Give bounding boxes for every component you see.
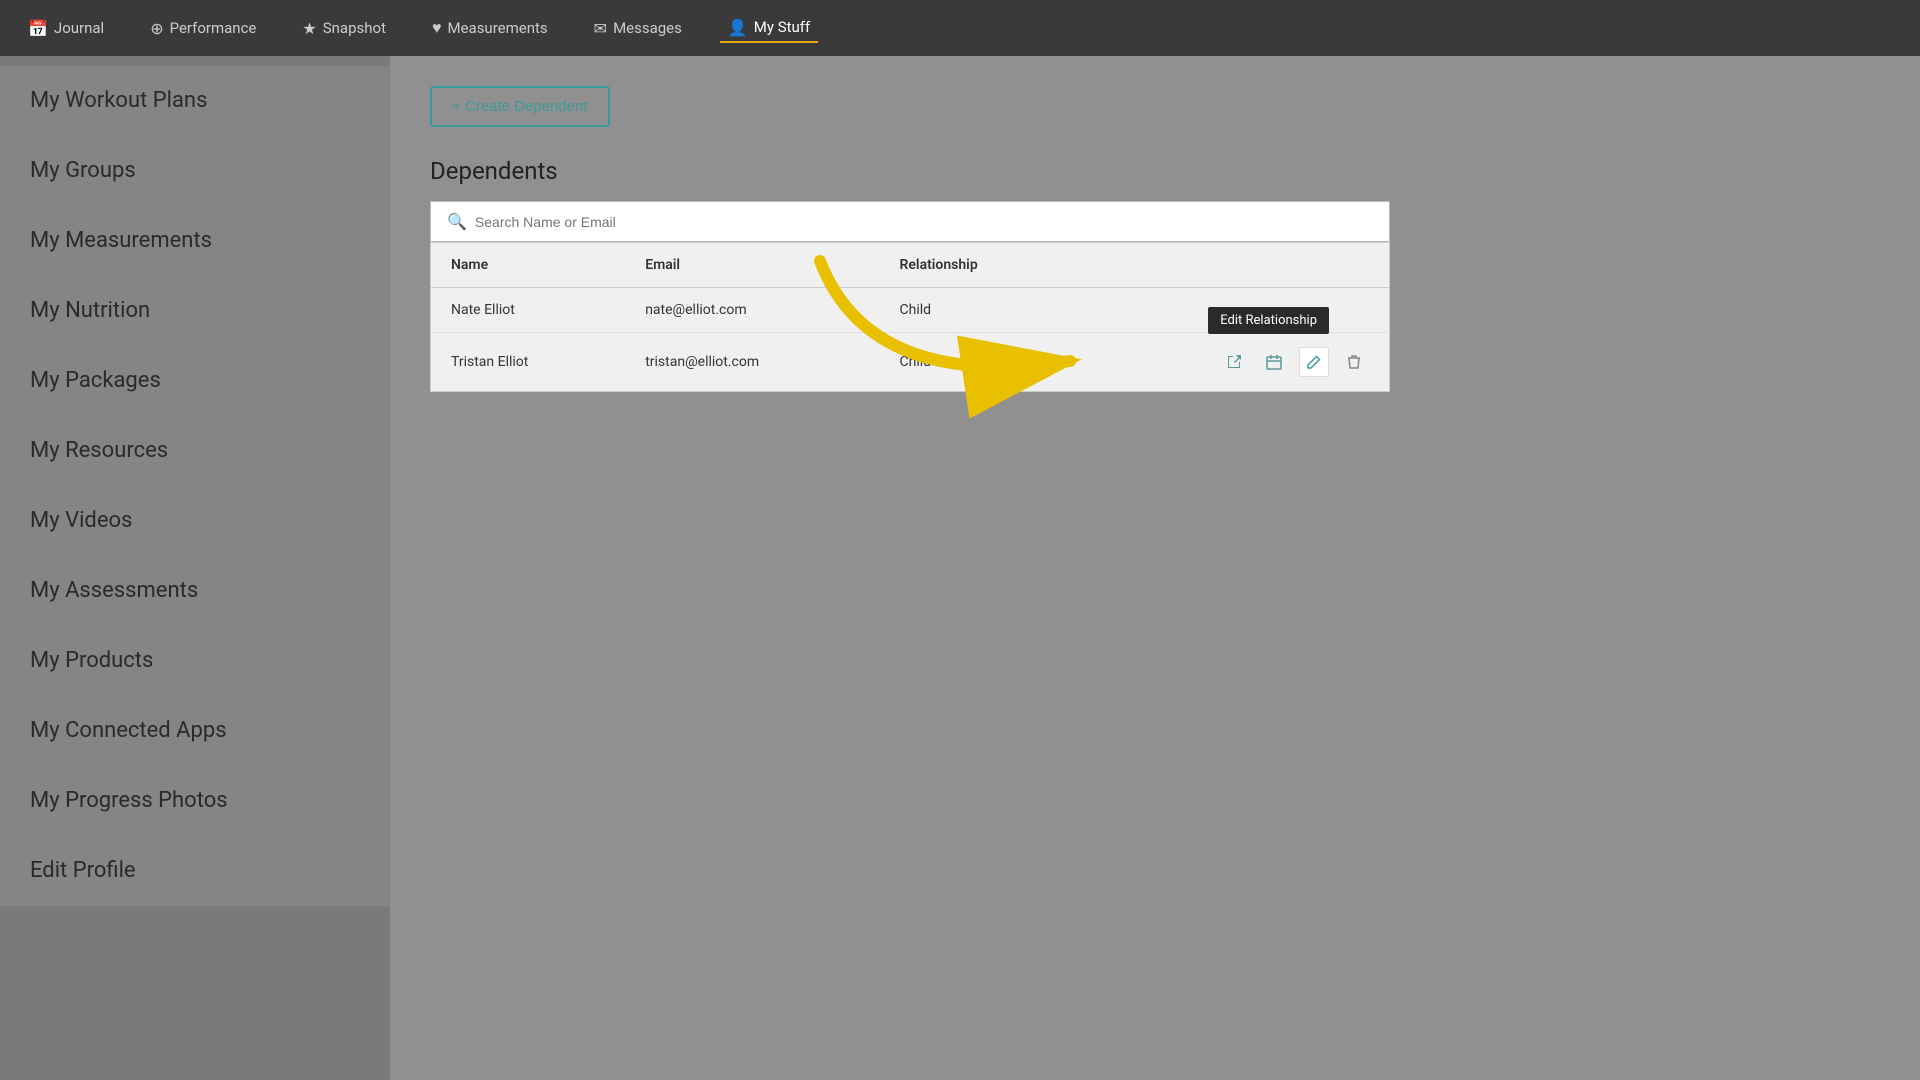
sidebar: My Workout Plans My Groups My Measuremen…: [0, 56, 390, 1080]
row-email: tristan@elliot.com: [625, 333, 879, 392]
row-email: nate@elliot.com: [625, 288, 879, 333]
nav-messages[interactable]: ✉ Messages: [586, 15, 690, 42]
create-dependent-button[interactable]: + Create Dependent: [430, 86, 610, 127]
nav-mystuff-label: My Stuff: [754, 18, 810, 36]
top-nav: 📅 Journal ⊕ Performance ★ Snapshot ♥ Mea…: [0, 0, 1920, 56]
col-email: Email: [625, 243, 879, 288]
sidebar-item-workout-plans[interactable]: My Workout Plans: [0, 66, 390, 136]
nav-messages-label: Messages: [613, 19, 682, 37]
sidebar-item-progress-photos[interactable]: My Progress Photos: [0, 766, 390, 836]
dependents-table: Name Email Relationship Nate Elliot nate…: [430, 242, 1390, 392]
nav-journal[interactable]: 📅 Journal: [20, 15, 112, 42]
search-bar: 🔍: [430, 201, 1390, 242]
nav-performance-label: Performance: [170, 19, 257, 37]
search-icon: 🔍: [447, 212, 467, 231]
row-relationship: Child: [880, 333, 1075, 392]
mystuff-icon: 👤: [728, 18, 748, 37]
sidebar-item-measurements[interactable]: My Measurements: [0, 206, 390, 276]
performance-icon: ⊕: [150, 19, 163, 38]
main-content: + Create Dependent Dependents 🔍 Name Ema…: [390, 56, 1920, 1080]
nav-measurements[interactable]: ♥ Measurements: [424, 14, 556, 42]
nav-snapshot[interactable]: ★ Snapshot: [294, 15, 394, 42]
edit-relationship-button[interactable]: [1299, 347, 1329, 377]
nav-mystuff[interactable]: 👤 My Stuff: [720, 14, 818, 43]
nav-journal-label: Journal: [54, 19, 104, 37]
create-button-label: + Create Dependent: [452, 98, 588, 115]
sidebar-item-videos[interactable]: My Videos: [0, 486, 390, 556]
col-relationship: Relationship: [880, 243, 1075, 288]
sidebar-item-groups[interactable]: My Groups: [0, 136, 390, 206]
journal-icon: 📅: [28, 19, 48, 38]
layout: My Workout Plans My Groups My Measuremen…: [0, 56, 1920, 1080]
snapshot-icon: ★: [302, 19, 316, 38]
search-input[interactable]: [475, 214, 1373, 230]
sidebar-item-nutrition[interactable]: My Nutrition: [0, 276, 390, 346]
sidebar-item-connected-apps[interactable]: My Connected Apps: [0, 696, 390, 766]
sidebar-item-products[interactable]: My Products: [0, 626, 390, 696]
messages-icon: ✉: [594, 19, 607, 38]
delete-icon[interactable]: [1339, 347, 1369, 377]
row-relationship: Child: [880, 288, 1075, 333]
nav-snapshot-label: Snapshot: [323, 19, 386, 37]
external-link-icon[interactable]: [1219, 347, 1249, 377]
calendar-icon[interactable]: [1259, 347, 1289, 377]
sidebar-item-assessments[interactable]: My Assessments: [0, 556, 390, 626]
sidebar-item-resources[interactable]: My Resources: [0, 416, 390, 486]
edit-relationship-tooltip: Edit Relationship: [1208, 307, 1329, 334]
edit-tooltip-wrapper: Edit Relationship: [1299, 347, 1329, 377]
row-name: Tristan Elliot: [431, 333, 626, 392]
action-icons-tristan: Edit Relationship: [1095, 347, 1369, 377]
sidebar-item-packages[interactable]: My Packages: [0, 346, 390, 416]
sidebar-item-edit-profile[interactable]: Edit Profile: [0, 836, 390, 906]
nav-measurements-label: Measurements: [447, 19, 547, 37]
col-name: Name: [431, 243, 626, 288]
row-name: Nate Elliot: [431, 288, 626, 333]
dependents-title: Dependents: [430, 157, 1880, 185]
table-header-row: Name Email Relationship: [431, 243, 1390, 288]
row-actions: Edit Relationship: [1075, 333, 1390, 392]
table-row: Tristan Elliot tristan@elliot.com Child: [431, 333, 1390, 392]
nav-performance[interactable]: ⊕ Performance: [142, 15, 264, 42]
col-actions: [1075, 243, 1390, 288]
measurements-icon: ♥: [432, 18, 442, 38]
